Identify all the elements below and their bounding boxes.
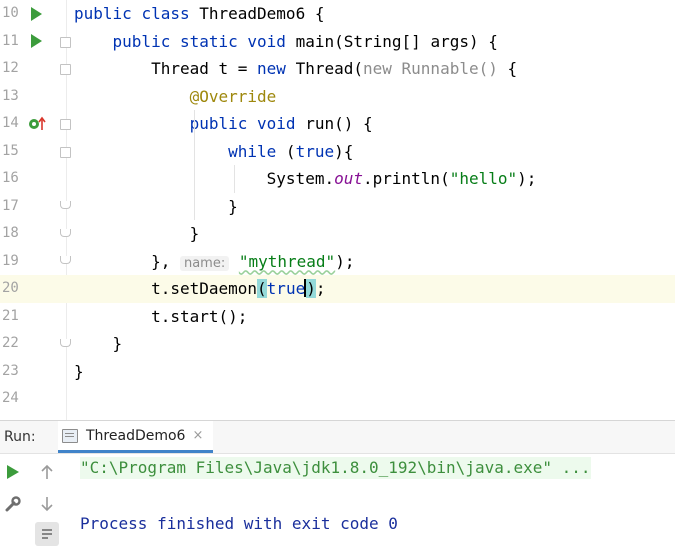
code-line-16[interactable]: 16 System.out.println("hello");: [0, 165, 675, 193]
line-number[interactable]: 21: [2, 303, 22, 331]
line-number[interactable]: 19: [2, 248, 22, 276]
line-number[interactable]: 16: [2, 165, 22, 193]
code-line-13[interactable]: 13 @Override: [0, 83, 675, 111]
code-line-18[interactable]: 18 }: [0, 220, 675, 248]
code-text[interactable]: System.out.println("hello");: [74, 165, 537, 193]
line-number[interactable]: 13: [2, 83, 22, 111]
code-line-22[interactable]: 22 }: [0, 330, 675, 358]
console-output[interactable]: "C:\Program Files\Java\jdk1.8.0_192\bin\…: [66, 454, 675, 542]
line-number[interactable]: 22: [2, 330, 22, 358]
code-text[interactable]: t.start();: [74, 303, 247, 331]
code-text[interactable]: }: [74, 358, 84, 386]
close-icon[interactable]: ×: [192, 428, 203, 443]
code-line-24[interactable]: 24: [0, 385, 675, 413]
fold-end-icon[interactable]: [60, 339, 71, 347]
code-text[interactable]: }: [74, 193, 238, 221]
run-tool-window: Run: ThreadDemo6 × "C:\Program Files\Jav…: [0, 420, 675, 546]
line-number[interactable]: 18: [2, 220, 22, 248]
down-arrow-icon[interactable]: [35, 492, 59, 516]
code-text[interactable]: }, name: "mythread");: [74, 248, 354, 278]
code-text[interactable]: public class ThreadDemo6 {: [74, 0, 324, 28]
fold-end-icon[interactable]: [60, 256, 71, 264]
code-line-11[interactable]: 11 public static void main(String[] args…: [0, 28, 675, 56]
code-line-23[interactable]: 23}: [0, 358, 675, 386]
implements-method-icon[interactable]: [28, 116, 50, 132]
fold-marker-icon[interactable]: [60, 119, 71, 130]
code-editor[interactable]: 10 public class ThreadDemo6 {11 public st…: [0, 0, 675, 420]
line-number[interactable]: 15: [2, 138, 22, 166]
fold-end-icon[interactable]: [60, 201, 71, 209]
code-line-19[interactable]: 19 }, name: "mythread");: [0, 248, 675, 276]
console-icon: [62, 428, 78, 443]
run-tab-title: ThreadDemo6: [86, 427, 186, 444]
console-exit-message: Process finished with exit code 0: [80, 514, 398, 533]
code-line-14[interactable]: 14 public void run() {: [0, 110, 675, 138]
code-text[interactable]: @Override: [74, 83, 277, 111]
line-number[interactable]: 12: [2, 55, 22, 83]
soft-wrap-icon[interactable]: [35, 522, 59, 546]
up-arrow-icon[interactable]: [35, 460, 59, 484]
code-text[interactable]: t.setDaemon(true);: [74, 275, 325, 303]
code-text[interactable]: while (true){: [74, 138, 353, 166]
line-number[interactable]: 20: [2, 275, 22, 303]
run-label: Run:: [4, 429, 36, 445]
fold-marker-icon[interactable]: [60, 64, 71, 75]
line-number[interactable]: 24: [2, 385, 22, 413]
code-text[interactable]: public void run() {: [74, 110, 373, 138]
line-number[interactable]: 17: [2, 193, 22, 221]
line-number[interactable]: 10: [2, 0, 22, 28]
parameter-hint: name:: [179, 255, 230, 271]
code-line-21[interactable]: 21 t.start();: [0, 303, 675, 331]
run-tab-threaddemo6[interactable]: ThreadDemo6 ×: [58, 421, 214, 453]
code-line-15[interactable]: 15 while (true){: [0, 138, 675, 166]
run-tool-header: Run: ThreadDemo6 ×: [0, 421, 675, 454]
code-text[interactable]: Thread t = new Thread(new Runnable() {: [74, 55, 517, 83]
run-toolbar: [0, 454, 66, 546]
line-number[interactable]: 11: [2, 28, 22, 56]
fold-end-icon[interactable]: [60, 229, 71, 237]
line-number[interactable]: 23: [2, 358, 22, 386]
indent-guide: [234, 165, 235, 193]
code-line-20[interactable]: 20 t.setDaemon(true);: [0, 275, 675, 303]
run-triangle-icon[interactable]: [31, 7, 42, 21]
code-text[interactable]: public static void main(String[] args) {: [74, 28, 498, 56]
code-line-10[interactable]: 10 public class ThreadDemo6 {: [0, 0, 675, 28]
code-text[interactable]: }: [74, 220, 200, 248]
indent-guide: [194, 110, 195, 220]
console-command-line[interactable]: "C:\Program Files\Java\jdk1.8.0_192\bin\…: [80, 457, 591, 479]
wrench-icon[interactable]: [1, 492, 25, 516]
fold-marker-icon[interactable]: [60, 147, 71, 158]
rerun-icon[interactable]: [1, 460, 25, 484]
run-triangle-icon[interactable]: [31, 34, 42, 48]
code-text[interactable]: }: [74, 330, 123, 358]
code-line-12[interactable]: 12 Thread t = new Thread(new Runnable() …: [0, 55, 675, 83]
code-line-17[interactable]: 17 }: [0, 193, 675, 221]
fold-marker-icon[interactable]: [60, 37, 71, 48]
line-number[interactable]: 14: [2, 110, 22, 138]
